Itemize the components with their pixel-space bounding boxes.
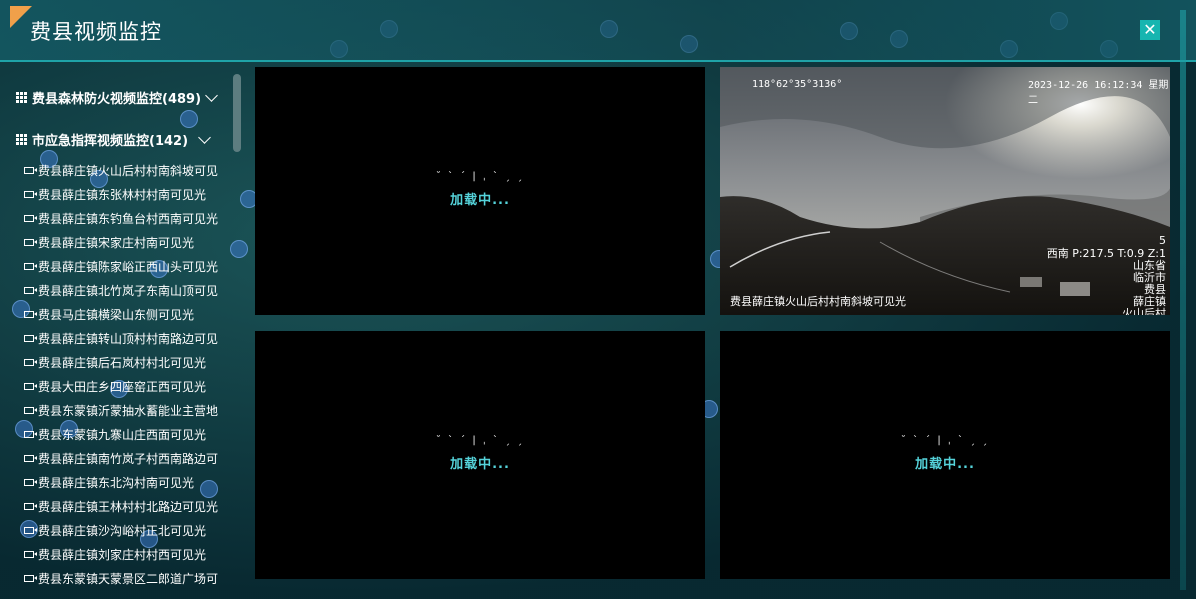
camera-list-item[interactable]: 费县薛庄镇后石岚村村北可见光	[24, 350, 224, 374]
camera-icon	[24, 238, 37, 246]
camera-list-item[interactable]: 费县薛庄镇转山顶村村南路边可见	[24, 326, 224, 350]
camera-list-item-label: 费县薛庄镇南竹岚子村西南路边可	[38, 451, 219, 466]
camera-list-item[interactable]: 费县东蒙镇沂蒙抽水蓄能业主营地	[24, 398, 224, 422]
camera-list-item-label: 费县薛庄镇陈家峪正西山头可见光	[38, 259, 219, 274]
close-button[interactable]: ✕	[1140, 20, 1160, 40]
camera-icon	[24, 454, 37, 462]
camera-list-item-label: 费县薛庄镇东北沟村南可见光	[38, 475, 195, 490]
osd-datetime: 2023-12-26 16:12:34 星期二	[1028, 80, 1169, 106]
loading-spinner: ˘ ˋ ˊ | ˌ ˋ ˏ ˏ	[435, 171, 525, 182]
camera-list-item[interactable]: 费县薛庄镇王林村村北路边可见光	[24, 494, 224, 518]
camera-icon	[24, 166, 37, 174]
osd-region: 山东省 临沂市 费县 薛庄镇 火山后村	[1122, 260, 1166, 316]
camera-list-item-label: 费县薛庄镇宋家庄村南可见光	[38, 235, 195, 250]
window-title: 费县视频监控	[30, 20, 162, 44]
tree-group-label: 市应急指挥视频监控(142)	[32, 134, 189, 149]
decor-rail	[1180, 10, 1186, 590]
camera-tree-sidebar: 费县森林防火视频监控(489) 市应急指挥视频监控(142) 费县薛庄镇火山后村…	[0, 64, 250, 599]
camera-icon	[24, 382, 37, 390]
loading-spinner: ˘ ˋ ˊ | ˌ ˋ ˏ ˏ	[435, 435, 525, 446]
camera-icon	[24, 502, 37, 510]
camera-list-item[interactable]: 费县大田庄乡四座窑正西可见光	[24, 374, 224, 398]
osd-coordinates: 118°62°35°3136°	[752, 79, 843, 90]
camera-caption: 费县薛庄镇火山后村村南斜坡可见光	[730, 295, 906, 308]
camera-list-item-label: 费县薛庄镇转山顶村村南路边可见	[38, 331, 219, 346]
video-pane-3[interactable]: ˘ ˋ ˊ | ˌ ˋ ˏ ˏ 加载中...	[255, 331, 705, 579]
camera-list-item-label: 费县东蒙镇天蒙景区二郎道广场可	[38, 571, 219, 586]
camera-list-item[interactable]: 费县薛庄镇东张林村村南可见光	[24, 182, 224, 206]
video-pane-2[interactable]: 118°62°35°3136° 2023-12-26 16:12:34 星期二 …	[720, 67, 1170, 315]
tree-group-emergency[interactable]: 市应急指挥视频监控(142)	[16, 130, 211, 149]
video-monitor-window: 费县视频监控 ✕ 费县森林防火视频监控(489) 市应急指挥视频监控(142) …	[0, 0, 1196, 599]
camera-list-item-label: 费县薛庄镇东张林村村南可见光	[38, 187, 207, 202]
loading-text: 加载中...	[450, 457, 510, 472]
chevron-down-icon	[205, 88, 218, 102]
camera-icon	[24, 310, 37, 318]
loading-text: 加载中...	[450, 193, 510, 208]
camera-list-item-label: 费县马庄镇横梁山东侧可见光	[38, 307, 195, 322]
osd-ptz-index: 5	[1159, 234, 1166, 247]
camera-icon	[24, 214, 37, 222]
sidebar-scrollbar[interactable]	[233, 74, 241, 152]
video-pane-4[interactable]: ˘ ˋ ˊ | ˌ ˋ ˏ ˏ 加载中...	[720, 331, 1170, 579]
camera-list-item-label: 费县薛庄镇火山后村村南斜坡可见	[38, 163, 219, 178]
camera-list-item-label: 费县薛庄镇刘家庄村村西可见光	[38, 547, 207, 562]
tree-group-forest-fire[interactable]: 费县森林防火视频监控(489)	[16, 88, 218, 107]
camera-list-item-label: 费县薛庄镇后石岚村村北可见光	[38, 355, 207, 370]
grid-icon	[16, 92, 27, 103]
camera-list-item[interactable]: 费县马庄镇横梁山东侧可见光	[24, 302, 224, 326]
camera-list-item[interactable]: 费县薛庄镇刘家庄村村西可见光	[24, 542, 224, 566]
camera-icon	[24, 286, 37, 294]
camera-list-item[interactable]: 费县薛庄镇北竹岚子东南山顶可见	[24, 278, 224, 302]
camera-list-item[interactable]: 费县东蒙镇天蒙景区二郎道广场可	[24, 566, 224, 590]
camera-icon	[24, 430, 37, 438]
camera-icon	[24, 526, 37, 534]
camera-list-item-label: 费县东蒙镇九寨山庄西面可见光	[38, 427, 207, 442]
camera-list-item[interactable]: 费县薛庄镇沙沟峪村正北可见光	[24, 518, 224, 542]
camera-list-item[interactable]: 费县东蒙镇九寨山庄西面可见光	[24, 422, 224, 446]
camera-list-item-label: 费县薛庄镇北竹岚子东南山顶可见	[38, 283, 219, 298]
loading-text: 加载中...	[915, 457, 975, 472]
camera-list-item[interactable]: 费县薛庄镇东北沟村南可见光	[24, 470, 224, 494]
camera-icon	[24, 550, 37, 558]
camera-list-item[interactable]: 费县薛庄镇火山后村村南斜坡可见	[24, 158, 224, 182]
osd-region-line: 火山后村	[1122, 307, 1166, 316]
camera-icon	[24, 406, 37, 414]
camera-icon	[24, 334, 37, 342]
camera-icon	[24, 358, 37, 366]
camera-list-item-label: 费县东蒙镇沂蒙抽水蓄能业主营地	[38, 403, 219, 418]
chevron-down-icon	[198, 130, 211, 144]
camera-icon	[24, 478, 37, 486]
camera-list-item-label: 费县薛庄镇沙沟峪村正北可见光	[38, 523, 207, 538]
video-pane-1[interactable]: ˘ ˋ ˊ | ˌ ˋ ˏ ˏ 加载中...	[255, 67, 705, 315]
loading-spinner: ˘ ˋ ˊ | ˌ ˋ ˏ ˏ	[900, 435, 990, 446]
camera-icon	[24, 574, 37, 582]
title-bar: 费县视频监控 ✕	[0, 0, 1196, 62]
camera-icon	[24, 262, 37, 270]
tree-group-label: 费县森林防火视频监控(489)	[32, 92, 202, 107]
camera-list-item[interactable]: 费县薛庄镇宋家庄村南可见光	[24, 230, 224, 254]
camera-list-item[interactable]: 费县薛庄镇南竹岚子村西南路边可	[24, 446, 224, 470]
camera-list-item[interactable]: 费县薛庄镇东钓鱼台村西南可见光	[24, 206, 224, 230]
grid-icon	[16, 134, 27, 145]
camera-list-item-label: 费县大田庄乡四座窑正西可见光	[38, 379, 207, 394]
camera-list-item-label: 费县薛庄镇东钓鱼台村西南可见光	[38, 211, 219, 226]
camera-icon	[24, 190, 37, 198]
camera-list-item-label: 费县薛庄镇王林村村北路边可见光	[38, 499, 219, 514]
camera-list-item[interactable]: 费县薛庄镇陈家峪正西山头可见光	[24, 254, 224, 278]
corner-decoration	[10, 6, 32, 28]
